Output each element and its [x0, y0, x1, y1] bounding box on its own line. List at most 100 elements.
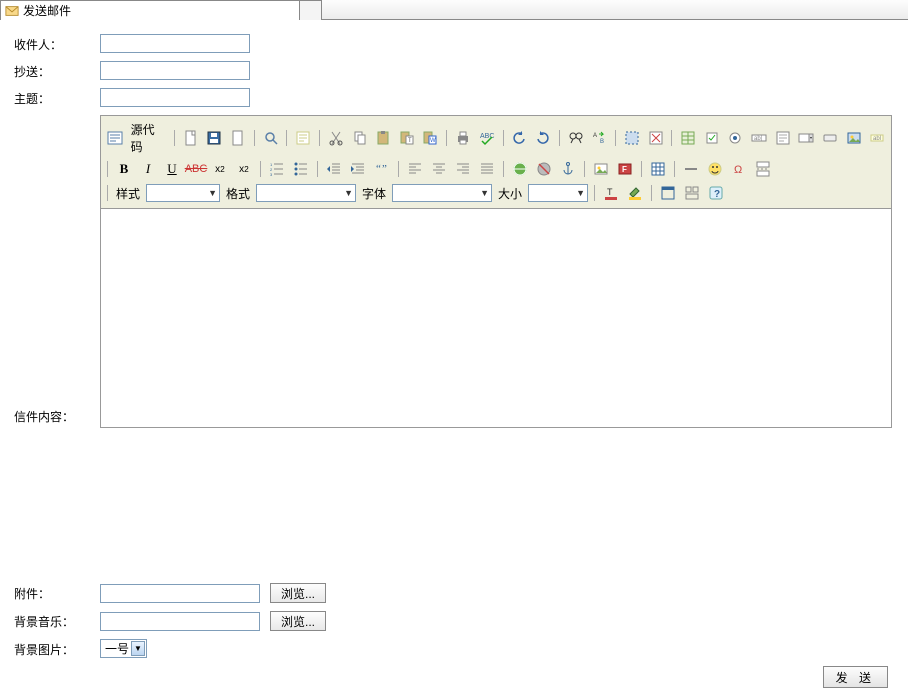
remove-format-icon[interactable]	[646, 128, 666, 148]
smiley-icon[interactable]	[705, 159, 725, 179]
radio-icon[interactable]	[726, 128, 746, 148]
ordered-list-icon[interactable]: 123	[267, 159, 287, 179]
window-tab[interactable]: 发送邮件	[0, 0, 300, 20]
show-blocks-icon[interactable]	[682, 183, 702, 203]
recipient-input[interactable]	[100, 34, 250, 53]
select-all-icon[interactable]	[622, 128, 642, 148]
template-icon[interactable]	[293, 128, 313, 148]
paste-word-icon[interactable]: W	[421, 128, 441, 148]
maximize-icon[interactable]	[658, 183, 678, 203]
flash-icon[interactable]: F	[615, 159, 635, 179]
svg-text:”: ”	[382, 163, 387, 175]
preview-icon[interactable]	[261, 128, 281, 148]
bg-image-value: 一号	[105, 640, 129, 657]
svg-text:A: A	[593, 133, 597, 139]
copy-icon[interactable]	[350, 128, 370, 148]
hr-icon[interactable]	[681, 159, 701, 179]
text-color-icon[interactable]: T	[601, 183, 621, 203]
attachment-input[interactable]	[100, 584, 260, 603]
font-select[interactable]: ▼	[392, 184, 492, 202]
svg-text:3: 3	[270, 172, 273, 177]
format-label: 格式	[224, 185, 252, 202]
select-icon[interactable]	[797, 128, 817, 148]
align-right-icon[interactable]	[453, 159, 473, 179]
editor-toolbar: 源代码 T W ABC	[100, 115, 892, 208]
source-icon[interactable]	[105, 128, 125, 148]
tab-blank[interactable]	[300, 0, 322, 20]
label-body: 信件内容：	[14, 276, 100, 425]
svg-text:T: T	[408, 138, 412, 144]
title-bar: 发送邮件	[0, 0, 908, 20]
table-icon[interactable]	[648, 159, 668, 179]
replace-icon[interactable]: AB	[589, 128, 609, 148]
size-select[interactable]: ▼	[528, 184, 588, 202]
svg-text:B: B	[600, 139, 604, 145]
unlink-icon[interactable]	[534, 159, 554, 179]
format-select[interactable]: ▼	[256, 184, 356, 202]
align-center-icon[interactable]	[429, 159, 449, 179]
bg-image-select[interactable]: 一号 ▼	[100, 639, 147, 658]
bg-color-icon[interactable]	[625, 183, 645, 203]
button-icon[interactable]	[820, 128, 840, 148]
italic-icon[interactable]: I	[138, 159, 158, 179]
svg-text:ab|: ab|	[754, 136, 763, 142]
style-select[interactable]: ▼	[146, 184, 220, 202]
spellcheck-icon[interactable]: ABC	[477, 128, 497, 148]
subscript-icon[interactable]: x2	[210, 159, 230, 179]
align-left-icon[interactable]	[405, 159, 425, 179]
font-label: 字体	[360, 185, 388, 202]
label-bg-music: 背景音乐：	[14, 611, 100, 630]
align-justify-icon[interactable]	[477, 159, 497, 179]
new-page-icon[interactable]	[228, 128, 248, 148]
paste-text-icon[interactable]: T	[397, 128, 417, 148]
cut-icon[interactable]	[326, 128, 346, 148]
svg-text:T: T	[607, 187, 613, 197]
cc-input[interactable]	[100, 61, 250, 80]
blockquote-icon[interactable]: “”	[372, 159, 392, 179]
indent-icon[interactable]	[348, 159, 368, 179]
paste-icon[interactable]	[373, 128, 393, 148]
page-break-icon[interactable]	[753, 159, 773, 179]
bold-icon[interactable]: B	[114, 159, 134, 179]
label-attachment: 附件：	[14, 583, 100, 602]
bg-music-input[interactable]	[100, 612, 260, 631]
label-subject: 主题：	[14, 88, 100, 107]
strikethrough-icon[interactable]: ABC	[186, 159, 206, 179]
attachment-browse-button[interactable]: 浏览...	[270, 583, 326, 603]
print-icon[interactable]	[453, 128, 473, 148]
svg-text:abl: abl	[873, 136, 881, 142]
bg-music-browse-button[interactable]: 浏览...	[270, 611, 326, 631]
svg-text:W: W	[430, 138, 436, 144]
undo-icon[interactable]	[510, 128, 530, 148]
size-label: 大小	[496, 185, 524, 202]
outdent-icon[interactable]	[324, 159, 344, 179]
subject-input[interactable]	[100, 88, 250, 107]
find-icon[interactable]	[566, 128, 586, 148]
link-icon[interactable]	[510, 159, 530, 179]
image-button-icon[interactable]	[844, 128, 864, 148]
underline-icon[interactable]: U	[162, 159, 182, 179]
source-label[interactable]: 源代码	[129, 121, 168, 155]
about-icon[interactable]: ?	[706, 183, 726, 203]
redo-icon[interactable]	[533, 128, 553, 148]
hidden-field-icon[interactable]: abl	[867, 128, 887, 148]
superscript-icon[interactable]: x2	[234, 159, 254, 179]
textfield-icon[interactable]: ab|	[749, 128, 769, 148]
checkbox-icon[interactable]	[702, 128, 722, 148]
send-button[interactable]: 发 送	[823, 666, 888, 688]
svg-text:ABC: ABC	[480, 133, 494, 140]
unordered-list-icon[interactable]	[291, 159, 311, 179]
save-icon[interactable]	[205, 128, 225, 148]
svg-text:Ω: Ω	[734, 164, 742, 176]
new-doc-icon[interactable]	[181, 128, 201, 148]
label-bg-image: 背景图片：	[14, 639, 100, 658]
anchor-icon[interactable]	[558, 159, 578, 179]
form-area: 收件人： 抄送： 主题： 源代码	[0, 20, 908, 698]
special-char-icon[interactable]: Ω	[729, 159, 749, 179]
form-icon[interactable]	[678, 128, 698, 148]
svg-text:F: F	[622, 165, 627, 174]
image-icon[interactable]	[591, 159, 611, 179]
svg-text:?: ?	[714, 189, 720, 200]
textarea-icon[interactable]	[773, 128, 793, 148]
window-title: 发送邮件	[23, 2, 71, 19]
